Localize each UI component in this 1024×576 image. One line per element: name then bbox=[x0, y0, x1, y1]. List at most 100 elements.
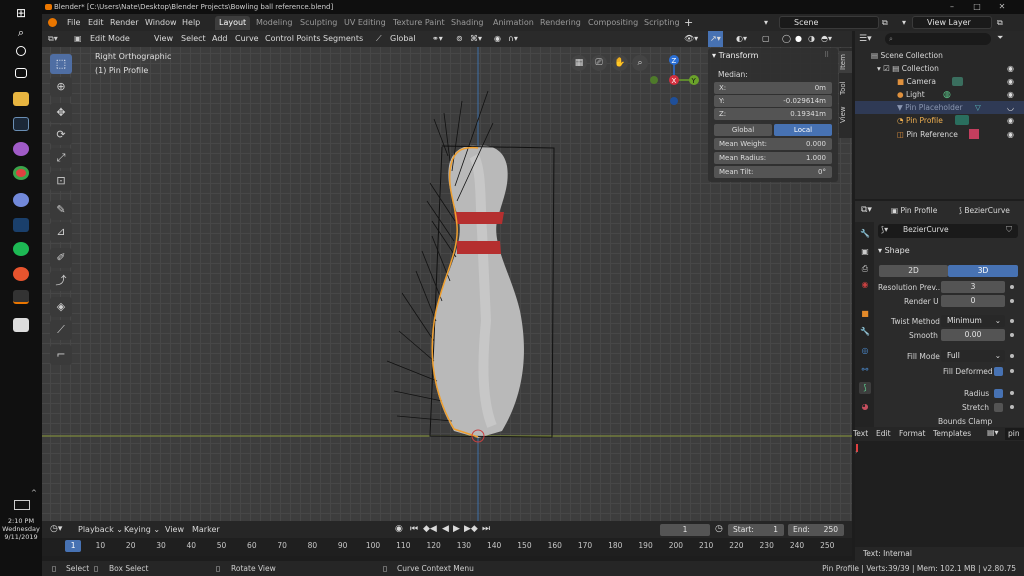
tab-uv-editing[interactable]: UV Editing bbox=[340, 16, 390, 30]
menu-edit[interactable]: Edit bbox=[88, 14, 104, 31]
eye-icon[interactable]: ◉ bbox=[1007, 77, 1016, 86]
outliner-item-pin-profile[interactable]: ◔ Pin Profile ◉ bbox=[855, 114, 1024, 127]
tab-shading[interactable]: Shading bbox=[447, 16, 488, 30]
outliner-item-pin-placeholder[interactable]: ▼ Pin Placeholder ▽ ◡ bbox=[855, 101, 1024, 114]
end-frame-field[interactable]: End: 250 bbox=[788, 524, 844, 536]
overlays-icon[interactable]: ◐▾ bbox=[736, 31, 747, 47]
timeline-menu-view[interactable]: View bbox=[165, 525, 184, 534]
radius-tool-icon[interactable]: ◈ bbox=[50, 297, 72, 317]
viewport-menu-select[interactable]: Select bbox=[181, 31, 206, 47]
editor-type-icon[interactable]: ⧉▾ bbox=[48, 31, 58, 47]
view-layer-icon[interactable]: ▾ bbox=[902, 14, 906, 31]
curve-datablock-selector[interactable]: ⟆▾ BezierCurve ⛉ bbox=[878, 224, 1018, 238]
properties-editor-icon[interactable]: ⧉▾ bbox=[861, 205, 872, 215]
timeline-menu-marker[interactable]: Marker bbox=[192, 525, 220, 534]
animate-property-icon[interactable] bbox=[1010, 285, 1014, 289]
windows-start-icon[interactable]: ⊞ bbox=[13, 6, 29, 20]
mean-radius-field[interactable]: Mean Radius: 1.000 bbox=[714, 152, 832, 164]
snap-target-icon[interactable]: ⌘▾ bbox=[470, 31, 482, 47]
cortana-icon[interactable] bbox=[16, 46, 26, 56]
extrude-tool-icon[interactable]: ⤴ bbox=[50, 271, 72, 291]
menu-help[interactable]: Help bbox=[182, 14, 200, 31]
mean-weight-field[interactable]: Mean Weight: 0.000 bbox=[714, 138, 832, 150]
new-view-layer-icon[interactable]: ⧉ bbox=[997, 14, 1003, 31]
object-tab-icon[interactable]: ■ bbox=[859, 308, 871, 320]
tab-compositing[interactable]: Compositing bbox=[584, 16, 642, 30]
tab-sculpting[interactable]: Sculpting bbox=[296, 16, 341, 30]
local-toggle[interactable]: Local bbox=[774, 124, 832, 136]
taskbar-clock[interactable]: 2:10 PM Wednesday 9/11/2019 bbox=[0, 517, 42, 541]
blender-taskbar-icon[interactable] bbox=[13, 290, 29, 304]
photos-icon[interactable] bbox=[13, 318, 29, 332]
outliner-editor-icon[interactable]: ☰▾ bbox=[859, 34, 872, 44]
text-datablock-name[interactable]: pin bbox=[1005, 428, 1024, 440]
task-view-icon[interactable] bbox=[15, 68, 27, 78]
animate-property-icon[interactable] bbox=[1010, 299, 1014, 303]
steam-icon[interactable] bbox=[13, 117, 29, 131]
tilt-tool-icon[interactable]: ⟋ bbox=[50, 320, 72, 340]
viewport-menu-view[interactable]: View bbox=[154, 31, 173, 47]
animate-property-icon[interactable] bbox=[1010, 354, 1014, 358]
constraints-tab-icon[interactable]: ⚯ bbox=[859, 364, 871, 376]
minimize-icon[interactable]: – bbox=[942, 0, 962, 14]
scale-tool-icon[interactable]: ⤢ bbox=[50, 148, 72, 168]
output-tab-icon[interactable]: ⎙ bbox=[859, 263, 871, 275]
menu-render[interactable]: Render bbox=[110, 14, 138, 31]
eye-icon[interactable]: ◡ bbox=[1007, 103, 1016, 112]
file-explorer-icon[interactable] bbox=[13, 92, 29, 106]
timeline-menu-keying[interactable]: Keying ⌄ bbox=[124, 525, 160, 534]
solid-shading-icon[interactable]: ● bbox=[795, 31, 802, 47]
animate-property-icon[interactable] bbox=[1010, 391, 1014, 395]
cursor-tool-icon[interactable]: ⊕ bbox=[50, 77, 72, 97]
curve-data-tab-icon[interactable]: ⟆ bbox=[859, 382, 871, 394]
tab-modeling[interactable]: Modeling bbox=[252, 16, 296, 30]
view-object-types-icon[interactable]: 👁▾ bbox=[684, 31, 698, 47]
timeline-editor-icon[interactable]: ◷▾ bbox=[50, 524, 62, 534]
outliner-search-input[interactable]: ⌕ bbox=[885, 33, 991, 45]
tab-scripting[interactable]: Scripting bbox=[640, 16, 684, 30]
pivot-icon[interactable]: ⚭▾ bbox=[432, 31, 443, 47]
filter-icon[interactable]: ⏷ bbox=[997, 33, 1003, 43]
tab-layout[interactable]: Layout bbox=[215, 16, 251, 30]
pan-hand-icon[interactable]: ✋ bbox=[612, 55, 628, 71]
preview-range-icon[interactable]: ◷ bbox=[715, 524, 723, 534]
chrome-icon[interactable] bbox=[13, 166, 29, 180]
viewport-menu-control-points[interactable]: Control Points bbox=[265, 31, 321, 47]
view-layer-field[interactable]: View Layer bbox=[912, 16, 992, 29]
viewport-menu-segments[interactable]: Segments bbox=[323, 31, 363, 47]
median-z-field[interactable]: Z: 0.19341m bbox=[714, 108, 832, 120]
scene-field[interactable]: Scene bbox=[779, 16, 879, 29]
viewport-menu-add[interactable]: Add bbox=[212, 31, 228, 47]
eye-icon[interactable]: ◉ bbox=[1007, 64, 1016, 73]
text-datablock-icon[interactable]: ▤▾ bbox=[987, 428, 999, 437]
app-icon[interactable] bbox=[13, 142, 29, 156]
shape-section-header[interactable]: ▾ Shape bbox=[878, 246, 910, 255]
next-keyframe-icon[interactable]: ▶◆ bbox=[464, 524, 478, 534]
fake-user-icon[interactable]: ⛉ bbox=[1006, 225, 1012, 235]
jump-end-icon[interactable]: ⏭ bbox=[482, 524, 490, 534]
new-scene-icon[interactable]: ⧉ bbox=[882, 14, 888, 31]
tab-rendering[interactable]: Rendering bbox=[536, 16, 585, 30]
dimensions-3d-toggle[interactable]: 3D bbox=[948, 265, 1018, 277]
text-menu-text[interactable]: Text bbox=[853, 429, 868, 438]
dimensions-2d-toggle[interactable]: 2D bbox=[879, 265, 948, 277]
outliner-item-pin-reference[interactable]: ◫ Pin Reference ◉ bbox=[855, 128, 1024, 141]
blender-menu-icon[interactable] bbox=[48, 18, 57, 27]
tab-view[interactable]: View bbox=[839, 104, 852, 126]
tab-animation[interactable]: Animation bbox=[489, 16, 538, 30]
falloff-icon[interactable]: ∩▾ bbox=[508, 31, 518, 47]
median-x-field[interactable]: X: 0m bbox=[714, 82, 832, 94]
radius-checkbox[interactable] bbox=[994, 389, 1003, 398]
collection-checkbox-icon[interactable]: ▾ ☑ ▤ bbox=[877, 64, 902, 73]
outliner-item-light[interactable]: ● Light ◍ ◉ bbox=[855, 88, 1024, 101]
animate-property-icon[interactable] bbox=[1010, 333, 1014, 337]
app-icon-2[interactable] bbox=[13, 218, 29, 232]
rotate-tool-icon[interactable]: ⟳ bbox=[50, 125, 72, 145]
tab-tool[interactable]: Tool bbox=[839, 78, 852, 98]
material-shading-icon[interactable]: ◑ bbox=[808, 31, 815, 47]
viewport-menu-curve[interactable]: Curve bbox=[235, 31, 259, 47]
global-toggle[interactable]: Global bbox=[714, 124, 772, 136]
play-icon[interactable]: ▶ bbox=[453, 524, 460, 534]
start-frame-field[interactable]: Start: 1 bbox=[728, 524, 784, 536]
tool-tab-icon[interactable]: 🔧 bbox=[859, 228, 871, 240]
